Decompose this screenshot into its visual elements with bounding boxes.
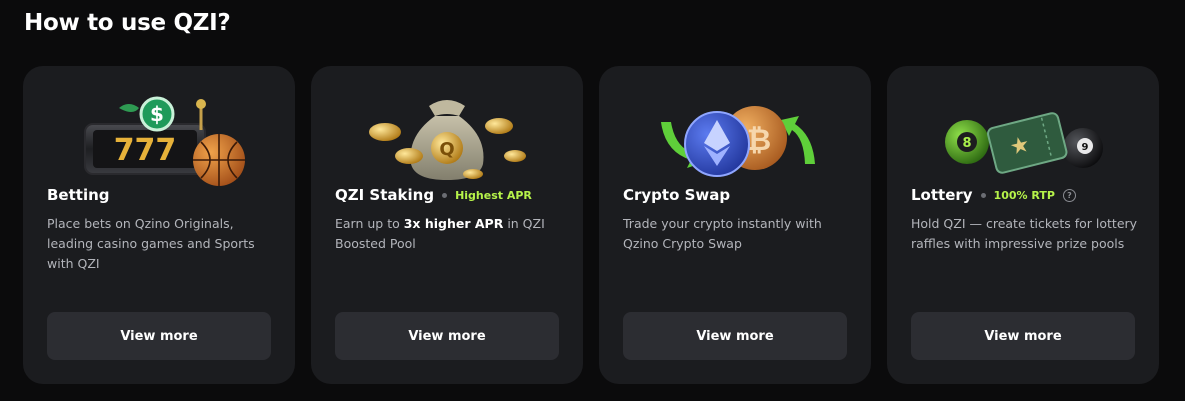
card-description: Earn up to 3x higher APR in QZI Boosted … xyxy=(335,214,567,254)
card-crypto-swap: ₿ Crypto Swap Trade your crypto instantl… xyxy=(599,66,871,384)
cash-symbol: $ xyxy=(150,102,164,126)
separator-dot xyxy=(442,192,448,198)
card-betting: 777 $ Betting Place bets on Qzino Origin… xyxy=(23,66,295,384)
btc-symbol: ₿ xyxy=(747,123,771,158)
money-bag-icon: Q xyxy=(410,100,484,180)
rtp-badge: 100% RTP xyxy=(993,188,1055,202)
swap-illustration: ₿ xyxy=(661,106,815,177)
separator-dot xyxy=(980,192,986,198)
desc-highlight: 3x higher APR xyxy=(403,216,504,231)
ball-right-number: 9 xyxy=(1082,142,1089,153)
card-description: Place bets on Qzino Originals, leading c… xyxy=(47,216,255,271)
view-more-button[interactable]: View more xyxy=(47,312,271,360)
card-description: Trade your crypto instantly with Qzino C… xyxy=(623,216,822,251)
card-qzi-staking: Q QZI Staking Highest APR Earn up to 3x … xyxy=(311,66,583,384)
ethereum-icon xyxy=(684,111,750,177)
ball-left-number: 8 xyxy=(962,136,971,151)
slot-digits: 777 xyxy=(114,133,177,168)
section-title: How to use QZI? xyxy=(24,10,231,36)
card-title: Crypto Swap xyxy=(623,186,731,204)
ball-nine-icon: 9 xyxy=(1063,128,1103,168)
lottery-ticket-icon: ★ xyxy=(987,112,1068,174)
card-description: Hold QZI — create tickets for lottery ra… xyxy=(911,216,1138,251)
cash-chip-icon: $ xyxy=(139,96,175,132)
view-more-button[interactable]: View more xyxy=(623,312,847,360)
ball-eight-icon: 8 xyxy=(945,120,989,164)
lottery-illustration: 8 9 ★ xyxy=(945,112,1103,174)
highest-apr-badge: Highest APR xyxy=(455,188,532,202)
help-icon[interactable]: ? xyxy=(1062,188,1076,202)
desc-prefix: Earn up to xyxy=(335,216,404,231)
card-title: Lottery xyxy=(911,186,973,204)
view-more-button[interactable]: View more xyxy=(911,312,1135,360)
bag-letter: Q xyxy=(439,139,454,160)
staking-illustration: Q xyxy=(369,100,526,180)
basketball-icon xyxy=(193,134,245,186)
card-title: QZI Staking xyxy=(335,186,435,204)
card-lottery: 8 9 ★ Lottery 100% RTP ? Hold QZI — crea… xyxy=(887,66,1159,384)
view-more-button[interactable]: View more xyxy=(335,312,559,360)
betting-illustration: 777 $ xyxy=(84,96,245,186)
card-title: Betting xyxy=(47,186,110,204)
